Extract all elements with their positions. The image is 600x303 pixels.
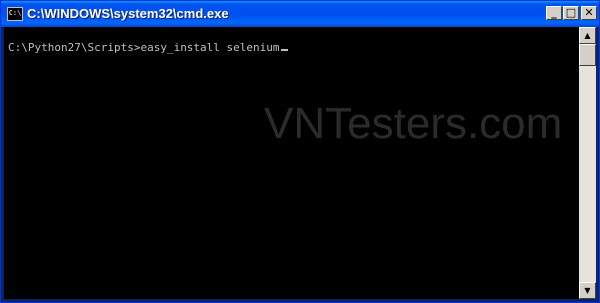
watermark: VNTesters.com	[264, 99, 563, 148]
cmd-icon[interactable]: C:\	[7, 7, 23, 21]
cmd-window: C:\ C:\WINDOWS\system32\cmd.exe _ □ ✕ C:…	[0, 0, 600, 303]
prompt-text: C:\Python27\Scripts>	[8, 41, 141, 54]
close-button[interactable]: ✕	[581, 6, 597, 20]
command-text: easy_install selenium	[140, 41, 280, 54]
scroll-thumb[interactable]	[579, 44, 596, 66]
console-area[interactable]: C:\Python27\Scripts>easy_install seleniu…	[4, 27, 579, 299]
window-title: C:\WINDOWS\system32\cmd.exe	[27, 6, 229, 21]
title-bar[interactable]: C:\ C:\WINDOWS\system32\cmd.exe _ □ ✕	[1, 1, 599, 27]
scroll-up-button[interactable]: ▲	[579, 27, 596, 44]
maximize-button[interactable]: □	[563, 6, 579, 20]
text-cursor	[280, 49, 288, 51]
scroll-down-button[interactable]: ▼	[579, 282, 596, 299]
minimize-button[interactable]: _	[546, 6, 562, 20]
command-line: C:\Python27\Scripts>easy_install seleniu…	[8, 41, 288, 54]
vertical-scrollbar[interactable]: ▲ ▼	[579, 27, 596, 299]
